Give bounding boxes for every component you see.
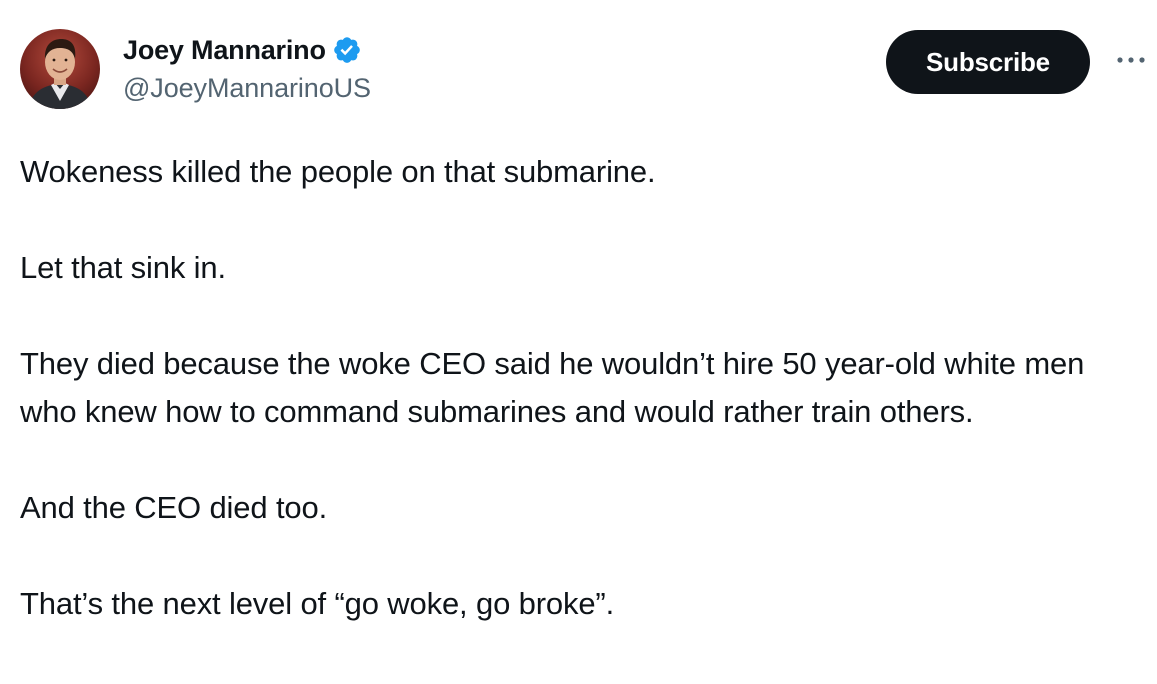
avatar[interactable] bbox=[20, 29, 100, 109]
tweet-text: Wokeness killed the people on that subma… bbox=[20, 148, 1130, 628]
tweet-paragraph: Wokeness killed the people on that subma… bbox=[20, 154, 656, 189]
tweet-card: Joey Mannarino @JoeyMannarinoUS Subscrib… bbox=[0, 0, 1157, 684]
subscribe-button[interactable]: Subscribe bbox=[886, 30, 1090, 94]
display-name-row: Joey Mannarino bbox=[123, 33, 371, 67]
tweet-header: Joey Mannarino @JoeyMannarinoUS Subscrib… bbox=[20, 29, 1157, 111]
tweet-paragraph: They died because the woke CEO said he w… bbox=[20, 346, 1093, 429]
tweet-paragraph: Let that sink in. bbox=[20, 250, 226, 285]
verified-badge-icon[interactable] bbox=[332, 35, 362, 65]
author-handle[interactable]: @JoeyMannarinoUS bbox=[123, 73, 371, 104]
display-name[interactable]: Joey Mannarino bbox=[123, 35, 326, 66]
ellipsis-icon bbox=[1117, 57, 1145, 63]
avatar-photo-icon bbox=[28, 39, 92, 109]
author-names: Joey Mannarino @JoeyMannarinoUS bbox=[123, 33, 371, 104]
tweet-paragraph: That’s the next level of “go woke, go br… bbox=[20, 586, 615, 621]
tweet-paragraph: And the CEO died too. bbox=[20, 490, 328, 525]
more-options-button[interactable] bbox=[1114, 43, 1148, 77]
